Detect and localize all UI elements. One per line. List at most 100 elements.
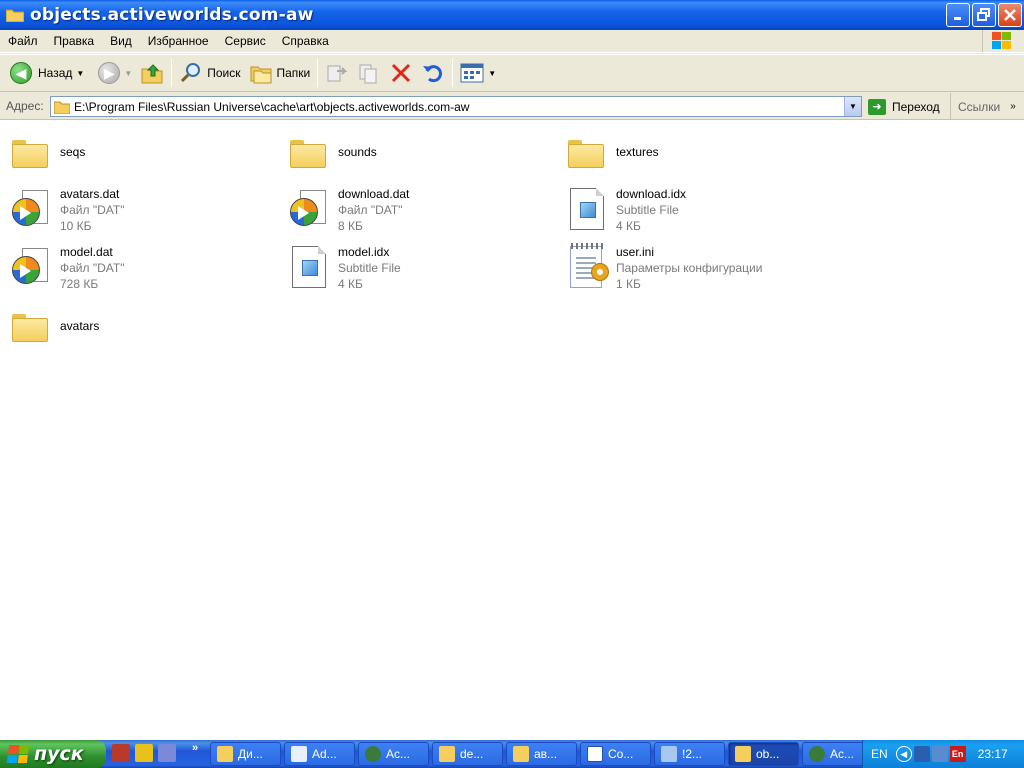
taskbar-item[interactable]: ob... [728, 742, 799, 766]
delete-button[interactable] [385, 57, 417, 89]
network-icon[interactable] [913, 746, 930, 762]
taskbar-item[interactable]: ав... [506, 742, 577, 766]
back-button[interactable]: ◀ Назад ▼ [6, 57, 88, 89]
move-to-button[interactable] [321, 57, 353, 89]
chevron-down-icon[interactable]: ▼ [124, 69, 132, 78]
windows-logo-icon [982, 30, 1020, 52]
folder-icon [217, 746, 233, 762]
taskbar-item-label: Ac... [830, 747, 855, 761]
address-input[interactable]: E:\Program Files\Russian Universe\cache\… [50, 96, 862, 117]
folders-label: Папки [276, 66, 311, 80]
list-item[interactable]: model.dat Файл "DAT" 728 КБ [10, 244, 280, 292]
chevron-right-icon[interactable]: » [1010, 101, 1016, 112]
menu-help[interactable]: Справка [274, 30, 337, 53]
file-name: download.dat [338, 187, 410, 201]
folders-icon [250, 66, 271, 84]
taskbar-item-label: ав... [534, 747, 558, 761]
minimize-icon [954, 17, 961, 20]
chevron-down-icon[interactable]: ▼ [488, 69, 496, 78]
chevron-down-icon: ▼ [849, 102, 857, 111]
folder-icon [10, 130, 52, 174]
taskbar-item-label: Ac... [386, 747, 411, 761]
folder-icon [513, 746, 529, 762]
taskbar-item[interactable]: !2... [654, 742, 725, 766]
app-icon [661, 746, 677, 762]
file-name: download.idx [616, 187, 687, 201]
undo-button[interactable] [417, 57, 449, 89]
views-icon [460, 63, 484, 83]
start-label: пуск [34, 743, 84, 765]
taskbar-item[interactable]: de... [432, 742, 503, 766]
delete-icon [392, 63, 411, 83]
list-item[interactable]: avatars.dat Файл "DAT" 10 КБ [10, 186, 280, 234]
menu-tools[interactable]: Сервис [217, 30, 274, 53]
taskbar-item[interactable]: Ди... [210, 742, 281, 766]
list-item[interactable]: download.idx Subtitle File 4 КБ [566, 186, 836, 234]
restore-button[interactable] [972, 3, 996, 27]
start-button[interactable]: пуск [0, 740, 106, 768]
title-bar[interactable]: objects.activeworlds.com-aw [0, 0, 1024, 30]
app-icon[interactable] [112, 744, 130, 762]
taskbar-item[interactable]: Ac... [358, 742, 429, 766]
list-item[interactable]: user.ini Параметры конфигурации 1 КБ [566, 243, 836, 292]
taskbar-item[interactable]: Ad... [284, 742, 355, 766]
search-button[interactable]: Поиск [175, 57, 244, 89]
app-icon[interactable] [931, 746, 948, 762]
file-type: Файл "DAT" [60, 203, 125, 217]
go-button[interactable]: ➜ Переход [868, 96, 940, 117]
chevron-down-icon[interactable]: ▼ [76, 69, 84, 78]
folders-button[interactable]: Папки [245, 57, 315, 89]
window-title: objects.activeworlds.com-aw [30, 5, 314, 25]
menu-bar: Файл Правка Вид Избранное Сервис Справка [0, 30, 1024, 53]
address-dropdown-button[interactable]: ▼ [844, 97, 861, 116]
links-toolbar[interactable]: Ссылки » [950, 93, 1016, 120]
file-type: Subtitle File [338, 261, 401, 275]
media-file-icon [10, 186, 52, 230]
list-item[interactable]: download.dat Файл "DAT" 8 КБ [288, 186, 558, 234]
move-to-icon [327, 65, 348, 82]
close-button[interactable] [998, 3, 1022, 27]
menu-file[interactable]: Файл [0, 30, 46, 53]
folder-icon [735, 746, 751, 762]
language-indicator[interactable]: EN [871, 747, 888, 761]
system-tray: EN ◀ En 23:17 [862, 740, 1024, 768]
menu-view[interactable]: Вид [102, 30, 140, 53]
clock[interactable]: 23:17 [978, 747, 1008, 761]
folder-icon [54, 101, 70, 114]
minimize-button[interactable] [946, 3, 970, 27]
file-size: 8 КБ [338, 219, 363, 233]
app-icon[interactable] [135, 744, 153, 762]
forward-button[interactable]: ▶ ▼ [94, 57, 136, 89]
taskbar-item[interactable]: Co... [580, 742, 651, 766]
list-item[interactable]: sounds [288, 130, 558, 174]
list-item[interactable]: seqs [10, 130, 280, 174]
views-button[interactable]: ▼ [456, 57, 500, 89]
list-item[interactable]: model.idx Subtitle File 4 КБ [288, 244, 558, 292]
keyboard-layout-icon[interactable]: En [949, 746, 966, 762]
address-label: Адрес: [6, 99, 44, 113]
file-type: Параметры конфигурации [616, 261, 763, 275]
tray-expand-icon[interactable]: ◀ [895, 746, 912, 762]
forward-arrow-icon: ▶ [98, 62, 121, 84]
file-name: model.dat [60, 245, 113, 259]
folder-icon [288, 130, 330, 174]
taskbar-item-label: de... [460, 747, 484, 761]
file-name: textures [616, 145, 659, 159]
copy-to-icon [359, 64, 377, 84]
menu-favorites[interactable]: Избранное [140, 30, 217, 53]
back-arrow-icon: ◀ [10, 62, 32, 84]
list-item[interactable]: avatars [10, 304, 280, 348]
up-folder-button[interactable] [136, 57, 168, 89]
chevron-right-icon[interactable]: » [192, 742, 198, 754]
folder-icon [10, 304, 52, 348]
links-label: Ссылки [958, 99, 1001, 114]
go-label: Переход [892, 99, 940, 114]
list-item[interactable]: textures [566, 130, 836, 174]
file-list[interactable]: seqs sounds textures avatars.dat Файл "D… [0, 120, 1024, 740]
subtitle-file-icon [288, 244, 330, 288]
file-type: Файл "DAT" [60, 261, 125, 275]
menu-edit[interactable]: Правка [46, 30, 103, 53]
copy-to-button[interactable] [353, 57, 385, 89]
app-icon[interactable] [158, 744, 176, 762]
go-arrow-icon: ➜ [868, 98, 886, 115]
